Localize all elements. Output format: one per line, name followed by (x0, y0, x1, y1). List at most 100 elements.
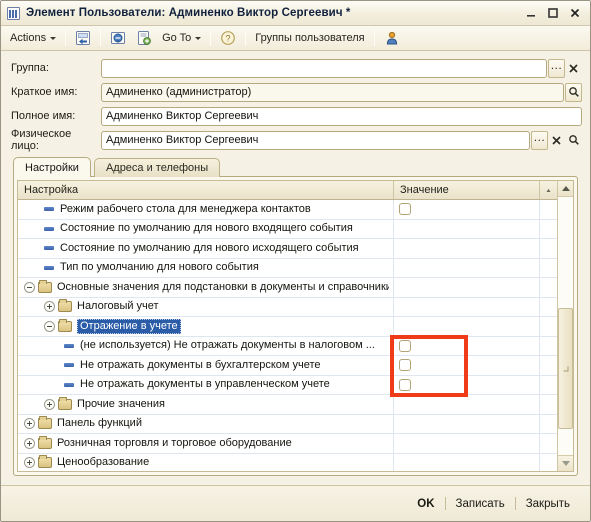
create-copy-button[interactable] (131, 28, 157, 49)
scroll-track[interactable] (558, 197, 573, 455)
table-row[interactable]: Отражение в учете (18, 317, 557, 337)
user-element-window: Элемент Пользователи: Админенко Виктор С… (0, 0, 591, 522)
row-label: Панель функций (57, 417, 142, 430)
individual-clear-button[interactable] (548, 131, 565, 150)
value-checkbox[interactable] (399, 359, 411, 372)
short-name-open-button[interactable] (565, 82, 582, 102)
individual-open-button[interactable] (565, 131, 582, 150)
app-grid-icon (7, 6, 20, 20)
expand-toggle-icon[interactable] (24, 437, 35, 449)
table-row[interactable]: Не отражать документы в бухгалтерском уч… (18, 356, 557, 376)
group-clear-button[interactable] (565, 59, 582, 78)
cell-setting: Состояние по умолчанию для нового входящ… (18, 219, 394, 238)
folder-icon (58, 318, 72, 332)
table-row[interactable]: Состояние по умолчанию для нового входящ… (18, 219, 557, 239)
cell-value (394, 219, 540, 238)
cell-value (394, 258, 540, 277)
setting-item-icon (44, 226, 54, 231)
grid-vertical-scrollbar[interactable] (557, 181, 573, 471)
cell-spacer (540, 337, 557, 356)
row-label: Налоговый учет (77, 300, 159, 313)
scroll-thumb[interactable] (558, 307, 573, 430)
row-label: Ценообразование (57, 456, 150, 469)
full-name-input[interactable] (101, 106, 582, 126)
user-groups-label: Группы пользователя (255, 32, 365, 44)
group-select-button[interactable]: … (548, 58, 565, 78)
cell-value (394, 239, 540, 258)
group-input[interactable] (101, 58, 547, 78)
value-checkbox[interactable] (399, 339, 411, 352)
table-row[interactable]: Розничная торговля и торговое оборудован… (18, 434, 557, 454)
expand-toggle-icon[interactable] (24, 418, 35, 430)
scroll-down-button[interactable] (558, 455, 573, 471)
toolbar-separator (210, 30, 212, 46)
cell-value (394, 375, 540, 394)
goto-label: Go To (162, 32, 192, 44)
table-row[interactable]: Панель функций (18, 414, 557, 434)
cell-value (394, 356, 540, 375)
window-title: Элемент Пользователи: Админенко Виктор С… (26, 7, 351, 19)
cell-value (394, 317, 540, 336)
table-row[interactable]: Прочие значения (18, 395, 557, 415)
field-row-full-name: Полное имя: (9, 105, 582, 127)
table-row[interactable]: Налоговый учет (18, 297, 557, 317)
cell-setting: Отражение в учете (18, 317, 394, 336)
refresh-button[interactable] (105, 28, 131, 49)
short-name-input[interactable] (101, 82, 564, 102)
save-and-close-button[interactable] (70, 28, 96, 49)
expand-toggle-icon[interactable] (24, 457, 35, 469)
table-row[interactable]: Основные значения для подстановки в доку… (18, 278, 557, 298)
individual-select-button[interactable]: … (531, 130, 548, 150)
value-checkbox[interactable] (399, 203, 411, 216)
footer-bar: OK Записать Закрыть (1, 485, 590, 521)
expand-toggle-icon[interactable] (44, 398, 55, 410)
ok-button[interactable]: OK (407, 495, 444, 513)
user-button[interactable] (379, 28, 405, 49)
cell-value (394, 297, 540, 316)
row-label: Состояние по умолчанию для нового входящ… (60, 222, 353, 235)
setting-item-icon (44, 207, 54, 212)
column-header-setting[interactable]: Настройка (18, 181, 394, 199)
cell-setting: Панель функций (18, 414, 394, 433)
table-row[interactable]: Тип по умолчанию для нового события (18, 258, 557, 278)
close-button[interactable]: Закрыть (516, 495, 580, 513)
create-copy-icon (138, 31, 151, 45)
field-label-group: Группа: (11, 62, 49, 74)
tab-addresses-and-phones[interactable]: Адреса и телефоны (93, 158, 221, 177)
help-button[interactable]: ? (215, 28, 241, 49)
table-row[interactable]: Ценообразование (18, 453, 557, 471)
actions-menu-button[interactable]: Actions (5, 28, 61, 49)
cell-spacer (540, 376, 557, 395)
value-checkbox[interactable] (399, 378, 411, 391)
maximize-icon[interactable] (542, 3, 564, 23)
table-row[interactable]: Состояние по умолчанию для нового исходя… (18, 239, 557, 259)
expand-toggle-icon[interactable] (44, 301, 55, 313)
row-label: Розничная торговля и торговое оборудован… (57, 436, 292, 449)
user-icon (386, 31, 397, 45)
sort-indicator-icon[interactable] (540, 181, 557, 199)
settings-tree-grid: Настройка Значение Режим рабочего стола … (17, 180, 574, 472)
field-label-short-name: Краткое имя: (11, 86, 78, 98)
table-row[interactable]: Не отражать документы в управленческом у… (18, 375, 557, 395)
minimize-icon[interactable] (520, 3, 542, 23)
write-button[interactable]: Записать (446, 495, 515, 513)
cell-spacer (540, 434, 557, 453)
scroll-up-button[interactable] (558, 181, 573, 197)
close-icon[interactable] (564, 3, 586, 23)
field-label-individual: Физическое лицо: (11, 128, 72, 152)
cell-setting: Тип по умолчанию для нового события (18, 258, 394, 277)
user-groups-button[interactable]: Группы пользователя (250, 28, 369, 49)
actions-label: Actions (10, 32, 47, 44)
toolbar: Actions Go To ? Группы пользователя (1, 26, 590, 51)
cell-spacer (540, 259, 557, 278)
tab-settings[interactable]: Настройки (13, 157, 91, 177)
table-row[interactable]: (не используется) Не отражать документы … (18, 336, 557, 356)
table-row[interactable]: Режим рабочего стола для менеджера конта… (18, 200, 557, 220)
collapse-toggle-icon[interactable] (24, 281, 35, 293)
column-header-value[interactable]: Значение (394, 181, 540, 199)
collapse-toggle-icon[interactable] (44, 320, 55, 332)
goto-menu-button[interactable]: Go To (157, 28, 206, 49)
individual-input[interactable] (101, 130, 530, 150)
tab-settings-label: Настройки (25, 161, 79, 174)
folder-icon (38, 435, 52, 449)
